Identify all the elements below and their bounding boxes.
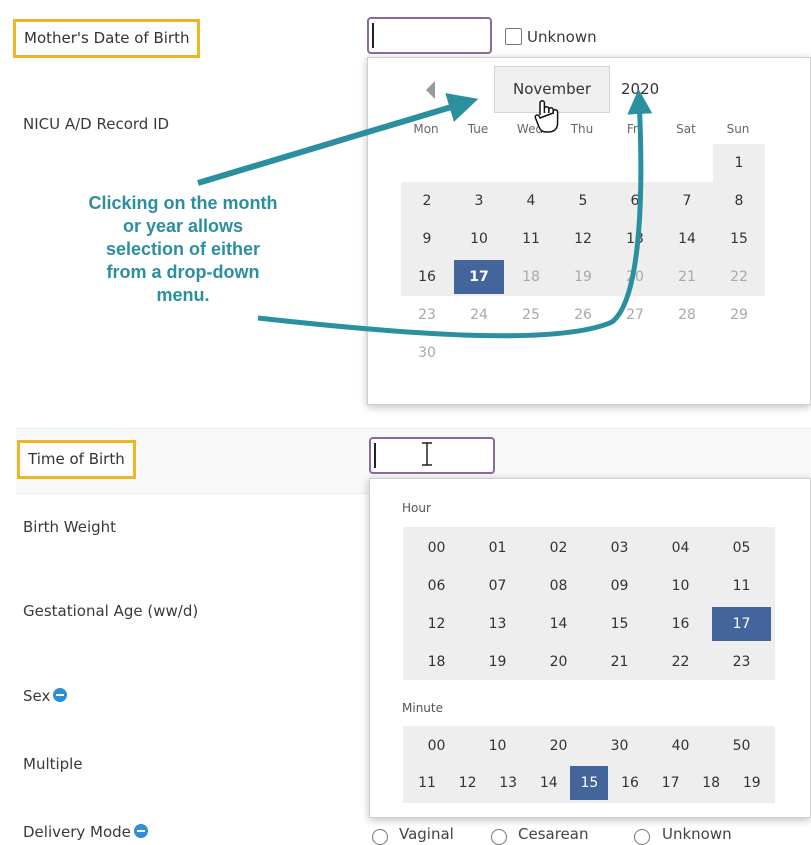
- annotation-line: selection of either: [105, 239, 261, 259]
- annotation-arrows: [197, 89, 653, 339]
- arrow-to-month: [197, 93, 479, 186]
- annotation-text: Clicking on the month or year allows sel…: [48, 192, 318, 307]
- annotation-line: from a drop-down: [106, 262, 260, 282]
- annotation-line: Clicking on the month: [88, 193, 278, 213]
- annotation-line: menu.: [156, 285, 210, 305]
- annotation-line: or year allows: [122, 216, 244, 236]
